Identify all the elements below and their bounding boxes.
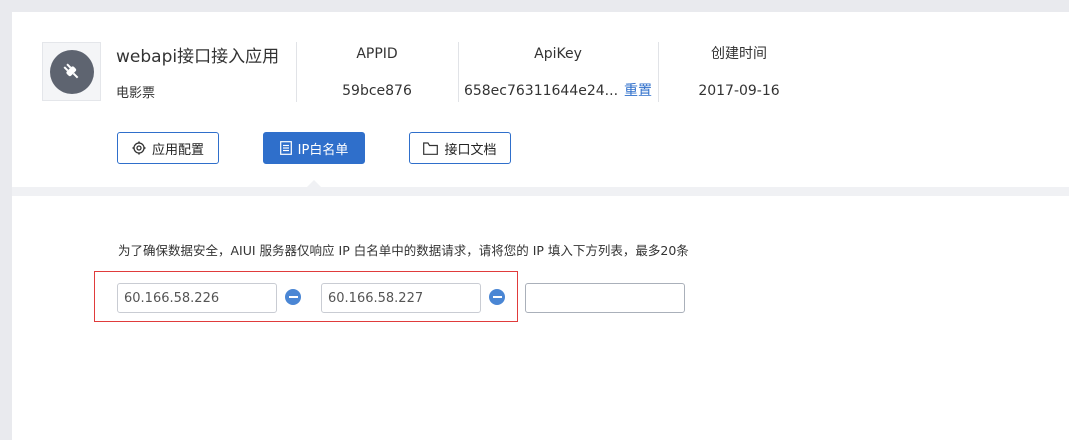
whitelist-notice: 为了确保数据安全，AIUI 服务器仅响应 IP 白名单中的数据请求，请将您的 I… (118, 243, 689, 258)
remove-ip-button-2[interactable] (489, 289, 505, 305)
section-divider (12, 187, 1069, 196)
tab-api-docs[interactable]: 接口文档 (409, 132, 511, 164)
ip-entry-field-2[interactable] (321, 283, 481, 313)
remove-ip-button-1[interactable] (285, 289, 301, 305)
reset-apikey-link[interactable]: 重置 (624, 83, 652, 99)
tab-app-config[interactable]: 应用配置 (117, 132, 219, 164)
meta-appid: APPID 59bce876 (296, 44, 458, 101)
minus-icon (492, 296, 502, 298)
meta-apikey: ApiKey 658ec76311644e24... 重置 (458, 44, 658, 101)
app-icon-tile (42, 42, 101, 101)
meta-created: 创建时间 2017-09-16 (658, 44, 820, 101)
folder-icon (423, 141, 439, 155)
appid-label: APPID (356, 46, 398, 62)
tab-label: 接口文档 (444, 142, 497, 158)
ip-entry-field-new[interactable] (525, 283, 685, 313)
apikey-row: 658ec76311644e24... 重置 (458, 81, 658, 101)
created-label: 创建时间 (711, 46, 767, 62)
tab-label: IP白名单 (297, 142, 349, 158)
list-icon (279, 141, 292, 155)
app-name: webapi接口接入应用 (116, 47, 280, 67)
tab-ip-whitelist[interactable]: IP白名单 (263, 132, 365, 164)
created-value: 2017-09-16 (698, 83, 780, 99)
gear-icon (132, 141, 146, 155)
app-detail-panel: webapi接口接入应用 电影票 APPID 59bce876 ApiKey 6… (12, 12, 1069, 440)
ip-entry-field-1[interactable] (117, 283, 277, 313)
apikey-value: 658ec76311644e24... (463, 83, 619, 99)
tab-label: 应用配置 (151, 142, 204, 158)
plug-icon (49, 49, 94, 94)
app-subtitle: 电影票 (116, 86, 156, 101)
appid-value: 59bce876 (342, 83, 412, 99)
apikey-label: ApiKey (534, 46, 582, 62)
active-tab-pointer (307, 180, 321, 187)
minus-icon (288, 296, 298, 298)
